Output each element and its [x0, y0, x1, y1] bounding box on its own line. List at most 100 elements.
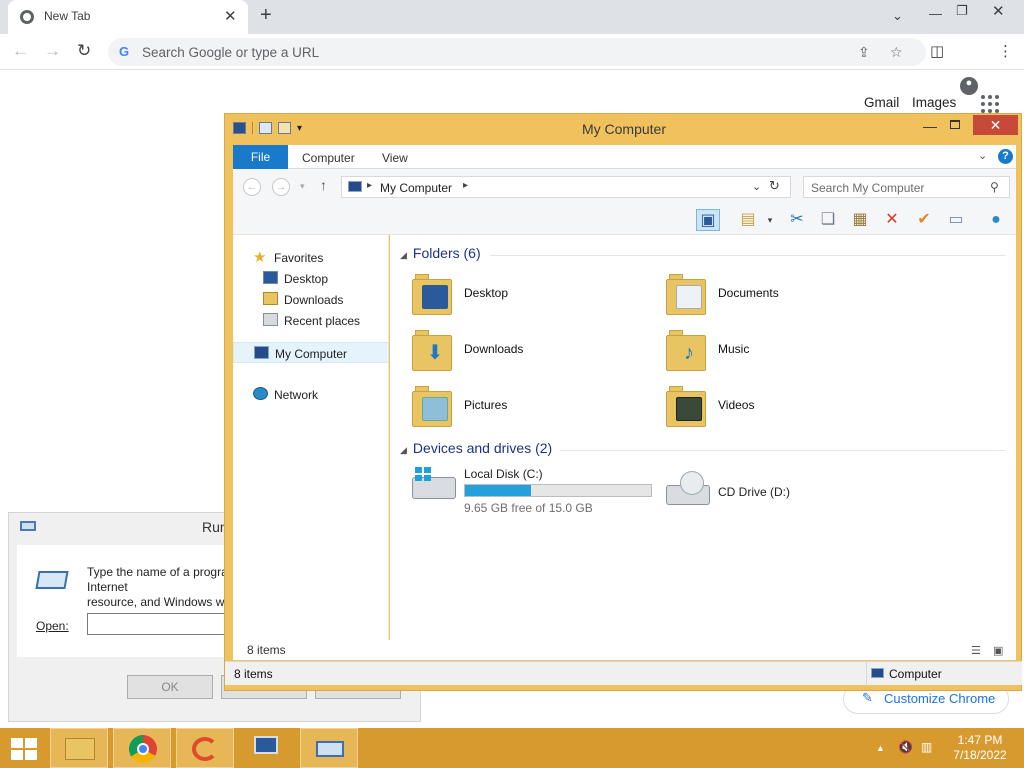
minimize-icon[interactable]: —	[929, 6, 942, 21]
close-icon[interactable]: ✕	[992, 2, 1005, 20]
search-icon: ⚲	[990, 180, 999, 194]
explorer-minimize-icon[interactable]: —	[923, 118, 937, 134]
refresh-icon[interactable]: ↻	[769, 178, 780, 194]
images-link[interactable]: Images	[912, 95, 956, 110]
explorer-maximize-icon[interactable]	[950, 120, 960, 129]
picture-overlay	[422, 397, 448, 421]
start-button[interactable]	[0, 728, 48, 768]
share-icon[interactable]: ⇪	[858, 44, 870, 61]
tray-overflow-icon[interactable]: ▲	[876, 743, 885, 753]
devices-header-label: Devices and drives (2)	[412, 440, 553, 456]
omnibox-placeholder: Search Google or type a URL	[142, 45, 320, 60]
address-path[interactable]: ▸ My Computer ▸ ⌄	[341, 176, 791, 198]
divider	[866, 662, 867, 686]
restore-icon[interactable]: ❐	[956, 3, 968, 19]
folder-desktop[interactable]: Desktop	[412, 271, 652, 321]
folder-options-chevron-icon[interactable]: ▾	[758, 209, 782, 231]
tab-computer[interactable]: Computer	[302, 151, 355, 165]
tab-search-chevron-icon[interactable]: ⌄	[892, 8, 903, 24]
explorer-window: ▾ My Computer — ✕ File Computer View ⌄ ?…	[224, 113, 1022, 691]
run-icon	[20, 521, 36, 531]
devices-group-header[interactable]: ◢ Devices and drives (2)	[400, 440, 552, 456]
run-taskbar-icon	[316, 741, 344, 757]
nav-desktop[interactable]: Desktop	[233, 268, 389, 288]
nav-favorites[interactable]: ★ Favorites	[233, 247, 389, 267]
taskbar-remote-desktop[interactable]	[239, 728, 297, 768]
ccleaner-icon	[192, 737, 218, 761]
menu-kebab-icon[interactable]: ⋮	[998, 42, 1013, 60]
remote-desktop-icon	[254, 736, 278, 754]
drive-c-usage-bar	[464, 484, 652, 497]
volume-muted-icon[interactable]: 🔇	[898, 740, 913, 754]
address-dropdown-chevron-icon[interactable]: ⌄	[752, 180, 761, 193]
google-apps-icon[interactable]	[981, 95, 999, 113]
breadcrumb-my-computer[interactable]: My Computer	[380, 181, 452, 195]
folders-group-header[interactable]: ◢ Folders (6)	[400, 245, 481, 261]
folder-label: Desktop	[464, 286, 509, 300]
google-g-icon: G	[119, 44, 130, 59]
folder-music[interactable]: ♪ Music	[666, 327, 906, 377]
help-icon[interactable]: ?	[998, 149, 1013, 164]
nav-recent-places[interactable]: Recent places	[233, 310, 389, 330]
paste-icon[interactable]: ▦	[848, 209, 872, 231]
expand-ribbon-chevron-icon[interactable]: ⌄	[978, 149, 987, 162]
copy-icon[interactable]: ❏	[816, 209, 840, 231]
nav-my-computer[interactable]: My Computer	[233, 342, 389, 363]
tab-view[interactable]: View	[382, 151, 408, 165]
nav-favorites-label: Favorites	[274, 251, 324, 265]
folder-videos[interactable]: Videos	[666, 383, 906, 433]
collapse-triangle-icon[interactable]: ◢	[400, 445, 407, 455]
search-box[interactable]: Search My Computer ⚲	[803, 176, 1010, 198]
customize-chrome-label: Customize Chrome	[884, 691, 996, 706]
taskbar: ▲ 🔇 ▥ 1:47 PM 7/18/2022	[0, 728, 1024, 768]
ok-button[interactable]: OK	[127, 675, 213, 699]
folder-documents[interactable]: Documents	[666, 271, 906, 321]
profile-avatar-icon[interactable]: ●	[960, 77, 978, 95]
drive-cd-d[interactable]: CD Drive (D:)	[666, 467, 866, 517]
folder-options-icon[interactable]: ▤	[736, 209, 760, 231]
gmail-link[interactable]: Gmail	[864, 95, 899, 110]
drive-d-label: CD Drive (D:)	[718, 485, 790, 499]
up-arrow-icon[interactable]: ↑	[320, 177, 327, 193]
breadcrumb-chevron-icon[interactable]: ▸	[367, 180, 372, 191]
network-globe-icon[interactable]: ●	[984, 209, 1008, 231]
explorer-status-bar: 8 items ☰ ▣	[233, 640, 1016, 660]
divider	[490, 255, 1005, 256]
explorer-close-icon[interactable]: ✕	[973, 115, 1018, 135]
taskbar-run[interactable]	[300, 728, 358, 768]
folder-downloads[interactable]: ⬇ Downloads	[412, 327, 652, 377]
check-icon[interactable]: ✔	[912, 209, 936, 231]
recent-locations-chevron-icon[interactable]: ▾	[300, 181, 305, 192]
delete-icon[interactable]: ✕	[880, 209, 904, 231]
forward-arrow-icon[interactable]: →	[272, 178, 290, 196]
back-arrow-icon[interactable]: ←	[243, 178, 261, 196]
omnibox[interactable]: G Search Google or type a URL ⇪ ☆	[108, 38, 926, 66]
new-tab-button[interactable]: +	[260, 4, 272, 27]
side-panel-icon[interactable]: ◫	[930, 42, 944, 60]
nav-network[interactable]: Network	[233, 384, 389, 404]
taskbar-ccleaner[interactable]	[176, 728, 234, 768]
windows-logo-icon	[25, 738, 37, 748]
network-tray-icon[interactable]: ▥	[921, 740, 932, 754]
rename-icon[interactable]: ▭	[944, 209, 968, 231]
tab-file[interactable]: File	[233, 145, 288, 169]
forward-icon[interactable]: →	[44, 41, 61, 61]
details-view-icon[interactable]: ☰	[971, 644, 981, 657]
tab-new-tab[interactable]: New Tab ✕	[8, 0, 248, 34]
nav-downloads[interactable]: Downloads	[233, 289, 389, 309]
bookmark-star-icon[interactable]: ☆	[890, 44, 903, 61]
back-icon[interactable]: ←	[12, 41, 29, 61]
reload-icon[interactable]: ↻	[77, 41, 91, 61]
tab-close-icon[interactable]: ✕	[224, 7, 237, 25]
preview-pane-icon[interactable]: ▣	[696, 209, 720, 231]
taskbar-file-explorer[interactable]	[50, 728, 108, 768]
collapse-triangle-icon[interactable]: ◢	[400, 250, 407, 260]
taskbar-clock[interactable]: 1:47 PM 7/18/2022	[945, 733, 1015, 763]
drive-local-c[interactable]: Local Disk (C:) 9.65 GB free of 15.0 GB	[412, 467, 652, 517]
folder-pictures[interactable]: Pictures	[412, 383, 652, 433]
cut-icon[interactable]: ✂	[785, 209, 809, 231]
breadcrumb-chevron-icon[interactable]: ▸	[463, 180, 468, 191]
large-icons-view-icon[interactable]: ▣	[993, 644, 1003, 657]
taskbar-chrome[interactable]	[113, 728, 171, 768]
content-pane: ◢ Folders (6) Desktop Documents ⬇ Downloa…	[390, 235, 1016, 640]
